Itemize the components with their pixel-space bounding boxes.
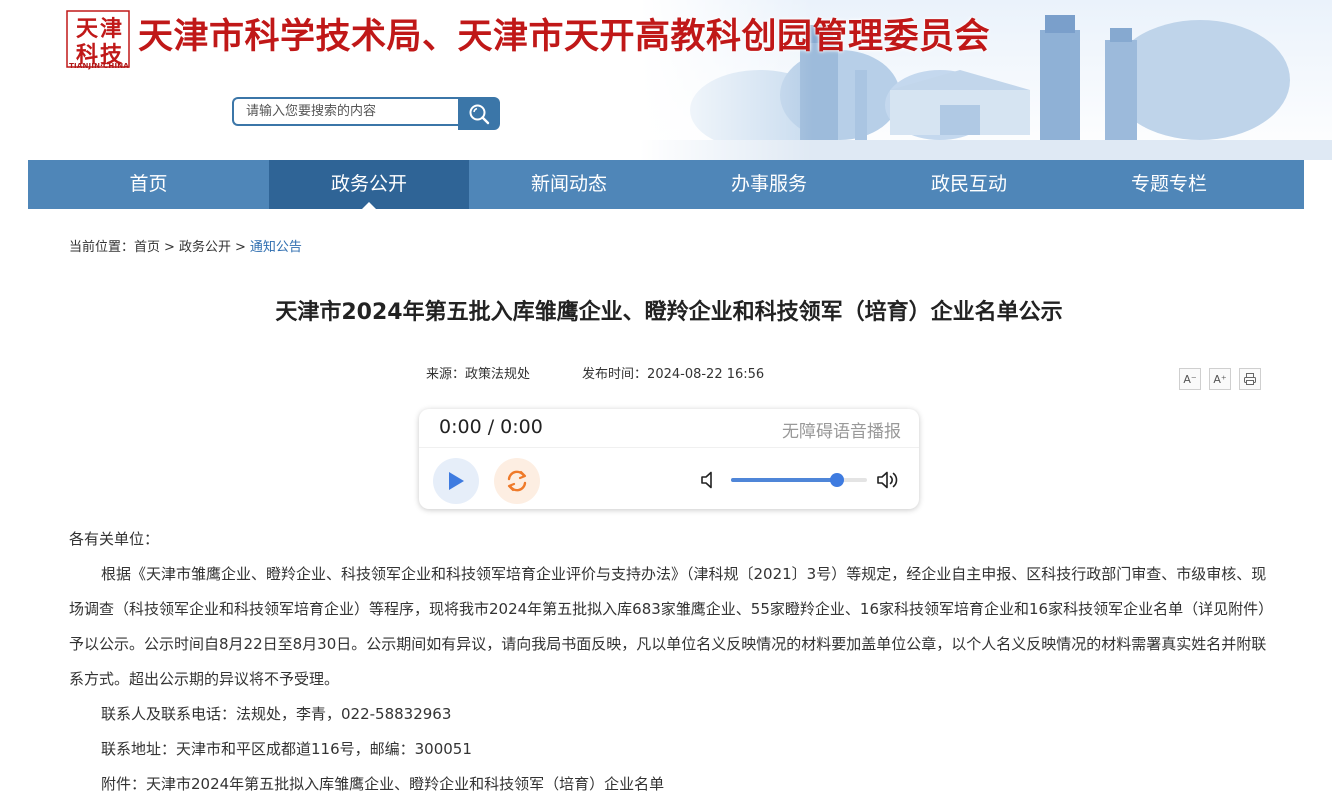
article-tools: A⁻ A⁺	[1179, 368, 1261, 390]
volume-high-icon[interactable]	[876, 470, 902, 490]
replay-icon	[507, 470, 527, 492]
replay-button[interactable]	[494, 458, 540, 504]
article-meta: 来源：政策法规处 发布时间：2024-08-22 16:56	[426, 363, 764, 382]
search-button[interactable]	[458, 97, 500, 130]
site-header: 天 津 科 技 TIANJIN·CHINA 天津市科学技术局、天津市天开高教科创…	[0, 0, 1332, 160]
svg-text:天: 天	[76, 16, 99, 42]
breadcrumb-separator: >	[164, 240, 175, 255]
contact-line: 联系人及联系电话：法规处，李青，022-58832963	[101, 705, 452, 723]
source-value: 政策法规处	[465, 367, 531, 382]
volume-fill	[731, 478, 838, 482]
volume-knob[interactable]	[830, 473, 845, 487]
volume-low-icon[interactable]	[700, 470, 718, 490]
main-nav: 首页 政务公开 新闻动态 办事服务 政民互动 专题专栏	[28, 160, 1304, 209]
date-value: 2024-08-22 16:56	[647, 367, 765, 382]
logo-subtitle: TIANJIN·CHINA	[69, 62, 129, 70]
main-paragraph: 根据《天津市雏鹰企业、瞪羚企业、科技领军企业和科技领军培育企业评价与支持办法》（…	[69, 565, 1267, 688]
font-smaller-button[interactable]: A⁻	[1179, 368, 1201, 390]
breadcrumb: 当前位置：首页 > 政务公开 > 通知公告	[69, 236, 302, 255]
search-input[interactable]	[232, 97, 458, 126]
breadcrumb-separator: >	[234, 240, 246, 255]
print-icon	[1244, 373, 1256, 385]
nav-item-home[interactable]: 首页	[28, 160, 269, 209]
article-content: 各有关单位： 根据《天津市雏鹰企业、瞪羚企业、科技领军企业和科技领军培育企业评价…	[69, 522, 1271, 802]
nav-item-interaction[interactable]: 政民互动	[869, 160, 1069, 209]
player-divider	[419, 447, 919, 448]
date-label: 发布时间：	[582, 367, 648, 382]
attachment-line[interactable]: 附件：天津市2024年第五批拟入库雏鹰企业、瞪羚企业和科技领军（培育）企业名单	[69, 767, 1271, 802]
address-line: 联系地址：天津市和平区成都道116号，邮编：300051	[101, 740, 472, 758]
breadcrumb-government-affairs[interactable]: 政务公开	[179, 240, 231, 255]
player-time: 0:00 / 0:00	[439, 416, 543, 438]
article-title: 天津市2024年第五批入库雏鹰企业、瞪羚企业和科技领军（培育）企业名单公示	[275, 300, 1063, 325]
accessibility-audio-player: 0:00 / 0:00 无障碍语音播报	[419, 409, 919, 509]
search-box	[232, 97, 500, 130]
play-icon	[449, 472, 464, 490]
nav-item-topics[interactable]: 专题专栏	[1069, 160, 1269, 209]
nav-item-news[interactable]: 新闻动态	[469, 160, 669, 209]
search-icon	[469, 104, 490, 124]
volume-slider[interactable]	[731, 473, 867, 487]
site-title[interactable]: 天津市科学技术局、天津市天开高教科创园管理委员会	[138, 8, 990, 59]
breadcrumb-prefix: 当前位置：	[69, 240, 135, 255]
breadcrumb-home[interactable]: 首页	[134, 240, 160, 255]
source-label: 来源：	[426, 367, 466, 382]
play-button[interactable]	[433, 458, 479, 504]
print-button[interactable]	[1239, 368, 1261, 390]
nav-item-government-affairs[interactable]: 政务公开	[269, 160, 469, 209]
svg-text:津: 津	[100, 16, 122, 42]
player-label: 无障碍语音播报	[782, 422, 901, 442]
nav-item-services[interactable]: 办事服务	[669, 160, 869, 209]
greeting: 各有关单位：	[69, 530, 160, 548]
font-larger-button[interactable]: A⁺	[1209, 368, 1231, 390]
breadcrumb-notices[interactable]: 通知公告	[250, 240, 302, 255]
